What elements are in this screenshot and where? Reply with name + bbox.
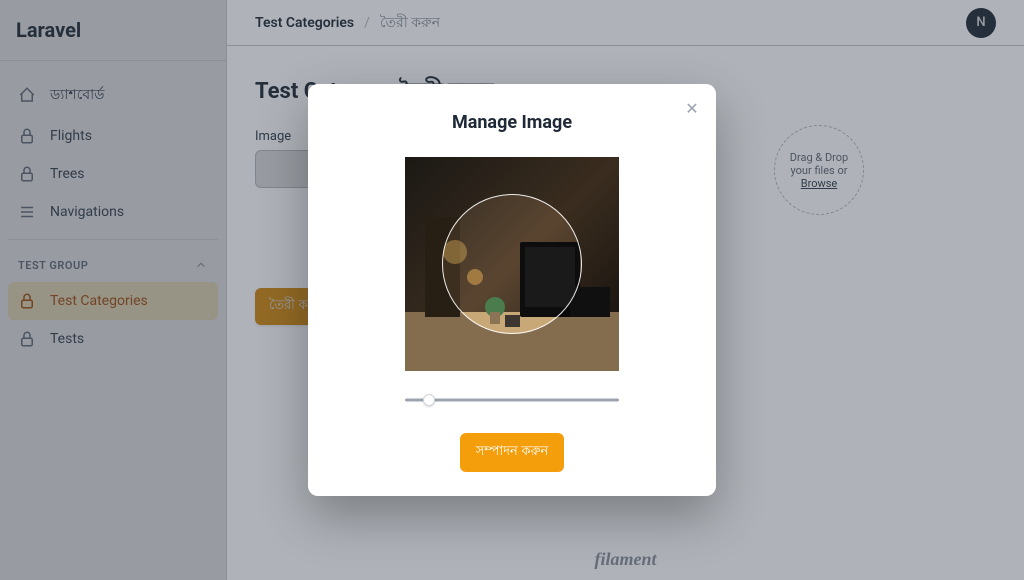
slider-track — [405, 399, 619, 402]
manage-image-modal: ✕ Manage Image — [308, 84, 716, 496]
zoom-slider[interactable] — [405, 393, 619, 407]
crop-circle-outline[interactable] — [442, 194, 582, 334]
close-button[interactable]: ✕ — [682, 98, 702, 118]
modal-title: Manage Image — [340, 112, 684, 133]
modal-overlay[interactable]: ✕ Manage Image — [0, 0, 1024, 580]
close-icon: ✕ — [685, 99, 698, 118]
image-crop-area[interactable] — [405, 157, 619, 371]
edit-button[interactable]: সম্পাদন করুন — [460, 433, 564, 472]
slider-thumb[interactable] — [423, 394, 435, 406]
